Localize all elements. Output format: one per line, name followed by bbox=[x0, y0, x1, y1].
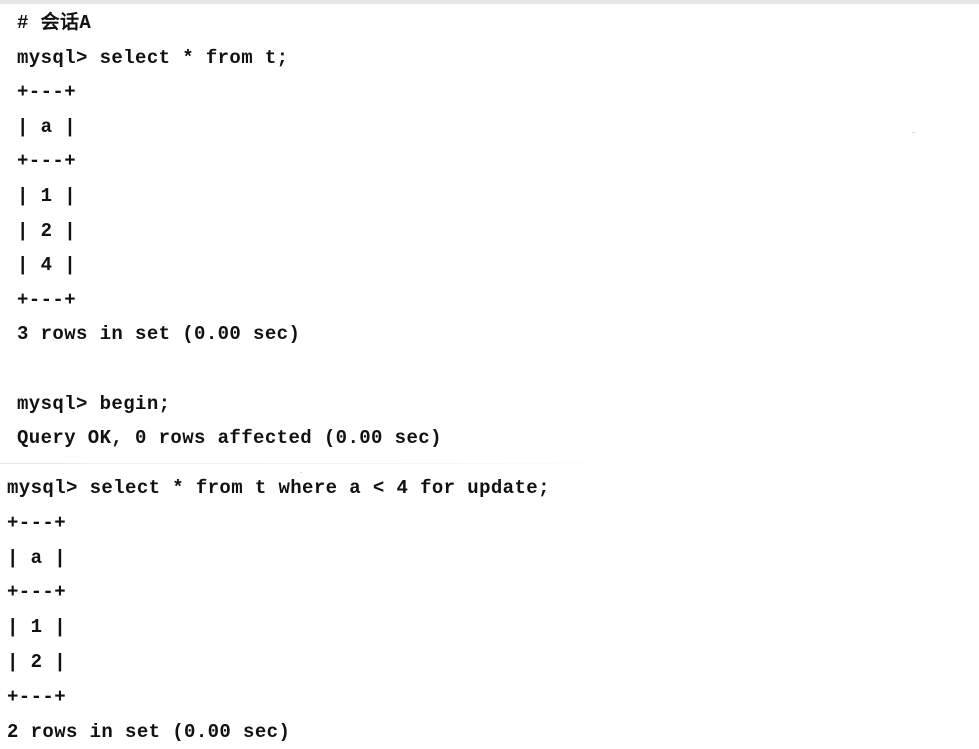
table-row-line: | 4 | bbox=[17, 254, 77, 277]
terminal-line: mysql> select * from t where a < 4 for u… bbox=[7, 477, 550, 499]
table-border-line: +---+ bbox=[17, 150, 77, 173]
table-border-line: +---+ bbox=[7, 581, 67, 604]
table-header-line: | a | bbox=[17, 115, 77, 138]
capture-seam-divider bbox=[0, 463, 640, 464]
table-header-line: | a | bbox=[7, 546, 67, 569]
table-row-line: | 2 | bbox=[7, 650, 67, 673]
terminal-line: mysql> begin; bbox=[17, 392, 171, 415]
terminal-line: mysql> select * from t; bbox=[17, 46, 289, 69]
result-summary-line: 2 rows in set (0.00 sec) bbox=[7, 720, 291, 743]
session-heading: # 会话A bbox=[17, 12, 92, 34]
table-border-line: +---+ bbox=[17, 81, 77, 104]
table-border-line: +---+ bbox=[17, 288, 77, 311]
table-border-line: +---+ bbox=[7, 511, 67, 534]
top-edge-rule bbox=[0, 0, 979, 4]
terminal-session-a: # 会话A mysql> select * from t; +---+ | a … bbox=[17, 6, 442, 456]
table-border-line: +---+ bbox=[7, 685, 67, 708]
result-summary-line: Query OK, 0 rows affected (0.00 sec) bbox=[17, 427, 442, 450]
table-row-line: | 1 | bbox=[7, 616, 67, 639]
table-row-line: | 1 | bbox=[17, 184, 77, 207]
result-summary-line: 3 rows in set (0.00 sec) bbox=[17, 323, 301, 346]
terminal-second-capture: mysql> select * from t where a < 4 for u… bbox=[7, 471, 550, 749]
stray-mark bbox=[912, 132, 916, 133]
table-row-line: | 2 | bbox=[17, 219, 77, 242]
